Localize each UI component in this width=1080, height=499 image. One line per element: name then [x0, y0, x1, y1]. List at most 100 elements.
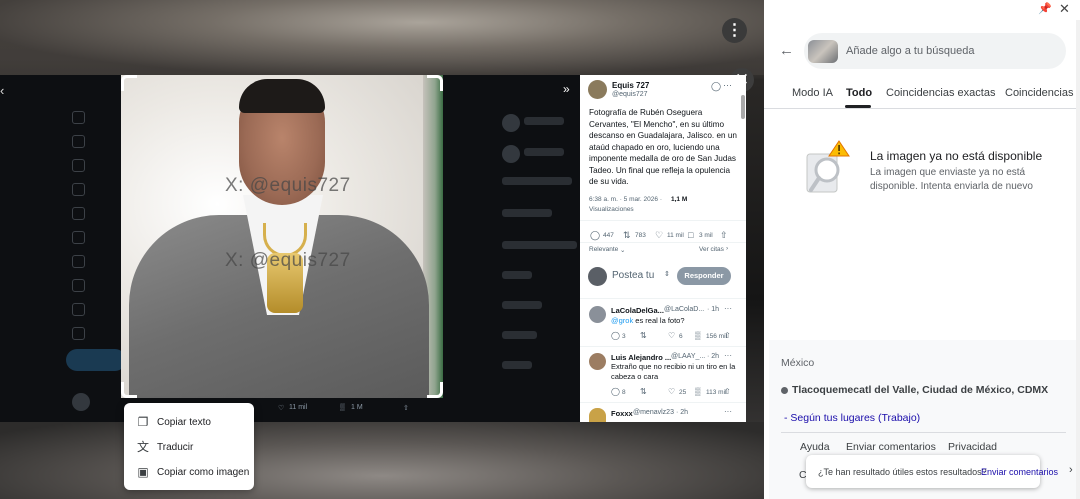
chevron-right-icon[interactable]: › [726, 245, 728, 252]
reply-avatar[interactable] [589, 306, 606, 323]
selection-corner-handle[interactable] [121, 382, 137, 398]
reply-replies-count: 3 [622, 333, 626, 340]
share-icon[interactable]: ⇧ [403, 404, 409, 412]
copy-text-menu-item[interactable]: ❐ Copiar texto [124, 410, 254, 434]
more-vert-icon[interactable]: ⋮ [722, 18, 747, 43]
places-link[interactable]: - Según tus lugares (Trabajo) [784, 412, 920, 424]
divider [580, 402, 746, 403]
replies-count: 447 [603, 232, 614, 239]
selection-corner-handle[interactable] [427, 382, 443, 398]
reply-avatar[interactable] [589, 353, 606, 370]
view-quotes-link[interactable]: Ver citas [699, 246, 724, 253]
tab-coincidencias-visuales[interactable]: Coincidencias v [1005, 87, 1080, 99]
heart-icon[interactable]: ♡ [668, 331, 675, 340]
menu-item-label: Traducir [157, 442, 194, 453]
dim-avatar [502, 114, 520, 132]
search-input[interactable]: Añade algo a tu búsqueda [846, 45, 974, 57]
reply-author-handle[interactable]: @LaColaD... [664, 306, 704, 313]
share-icon[interactable]: ⇧ [720, 230, 728, 241]
tweet-time[interactable]: 6:38 a. m. · 5 mar. 2026 · [589, 196, 662, 203]
help-link[interactable]: Ayuda [800, 441, 830, 453]
chevron-right-icon[interactable]: › [1069, 464, 1073, 476]
heart-icon[interactable]: ♡ [668, 387, 675, 396]
tab-todo[interactable]: Todo [846, 87, 872, 99]
copy-image-icon: ▣ [137, 465, 149, 479]
bookmark-icon[interactable]: □ [688, 230, 693, 240]
close-icon[interactable]: ✕ [1059, 1, 1070, 17]
tab-coincidencias-exactas[interactable]: Coincidencias exactas [886, 87, 995, 99]
dim-row [502, 361, 532, 369]
divider [580, 220, 746, 221]
account-avatar-dim [72, 393, 90, 411]
communities-icon [72, 279, 85, 292]
reply-time[interactable]: · 2h [676, 409, 688, 416]
stats-icon[interactable]: ▒ [695, 331, 701, 340]
relevance-dropdown[interactable]: Relevante [589, 246, 618, 253]
tweet-scrollbar[interactable] [741, 95, 745, 119]
dim-row [524, 117, 564, 125]
translate-menu-item[interactable]: 文 Traducir [124, 435, 254, 459]
chevron-down-icon[interactable]: ⌄ [620, 246, 625, 254]
blurred-background-top [0, 0, 764, 75]
collapse-panel-icon[interactable]: » [563, 82, 570, 96]
stats-icon[interactable]: ▒ [340, 404, 345, 411]
retweets-count: 783 [635, 232, 646, 239]
reply-author-name[interactable]: LaColaDelGa... [611, 306, 664, 315]
error-description: La imagen que enviaste ya no está dispon… [870, 167, 1033, 192]
chevron-left-icon[interactable]: ‹ [0, 83, 4, 98]
menu-item-label: Copiar texto [157, 417, 211, 428]
feedback-question: ¿Te han resultado útiles estos resultado… [818, 467, 987, 477]
more-horizontal-icon[interactable]: ··· [724, 407, 732, 416]
feedback-send-link[interactable]: Enviar comentarios [981, 467, 1058, 477]
grok-icon [72, 207, 85, 220]
copy-as-image-menu-item[interactable]: ▣ Copiar como imagen [124, 460, 254, 484]
author-avatar[interactable] [588, 80, 607, 99]
send-feedback-link[interactable]: Enviar comentarios [846, 441, 936, 453]
explore-icon [72, 135, 85, 148]
image-unavailable-icon [806, 140, 850, 193]
retweet-icon[interactable]: ⇅ [623, 230, 631, 241]
user-avatar[interactable] [588, 267, 607, 286]
share-icon[interactable]: ⇧ [724, 331, 731, 340]
reply-icon[interactable]: ◯ [611, 331, 620, 340]
reply-icon[interactable]: ◯ [611, 387, 620, 396]
privacy-link[interactable]: Privacidad [948, 441, 997, 453]
stats-icon[interactable]: ▒ [695, 387, 701, 396]
heart-icon[interactable]: ♡ [655, 230, 663, 241]
reply-likes-count: 25 [679, 389, 687, 396]
author-name[interactable]: Equis 727 [612, 81, 649, 90]
reply-icon[interactable]: ◯ [590, 230, 600, 241]
dim-row [502, 241, 577, 249]
lens-scrollbar-track[interactable] [1076, 20, 1080, 499]
more-horizontal-icon[interactable]: ··· [723, 80, 732, 90]
dim-avatar [502, 145, 520, 163]
author-handle[interactable]: @equis727 [612, 91, 648, 98]
reply-mention[interactable]: @grok [611, 316, 633, 325]
pin-icon[interactable]: 📌 [1038, 2, 1052, 15]
grok-icon[interactable]: ◯ [711, 81, 721, 92]
selection-corner-handle[interactable] [121, 75, 137, 91]
search-image-thumbnail[interactable] [808, 40, 838, 63]
more-horizontal-icon[interactable]: ··· [724, 351, 732, 360]
reply-avatar[interactable] [589, 408, 606, 422]
reply-time[interactable]: · 1h [707, 306, 719, 313]
reply-author-name[interactable]: Luis Alejandro ... [611, 353, 671, 362]
more-horizontal-icon[interactable]: ··· [724, 304, 732, 313]
reply-author-name[interactable]: Foxxx [611, 409, 633, 418]
tab-modo-ia[interactable]: Modo IA [792, 87, 833, 99]
back-arrow-icon[interactable]: ← [779, 42, 794, 59]
reply-button[interactable]: Responder [677, 267, 731, 285]
reply-time[interactable]: · 2h [707, 353, 719, 360]
share-icon[interactable]: ⇧ [724, 387, 731, 396]
selection-corner-handle[interactable] [427, 75, 443, 91]
bookmarks-count: 3 mil [699, 232, 713, 239]
retweet-icon[interactable]: ⇅ [640, 331, 647, 340]
selected-image-region[interactable]: X: @equis727 X: @equis727 [121, 75, 443, 398]
compose-reply-input[interactable]: Postea tu [612, 270, 654, 282]
heart-icon[interactable]: ♡ [278, 404, 284, 412]
reply-author-handle[interactable]: @LAAY_... [671, 353, 705, 360]
reply-author-handle[interactable]: @menavlz23 [633, 409, 674, 416]
blurred-background-bottom [0, 422, 764, 499]
dim-row [502, 209, 552, 217]
retweet-icon[interactable]: ⇅ [640, 387, 647, 396]
